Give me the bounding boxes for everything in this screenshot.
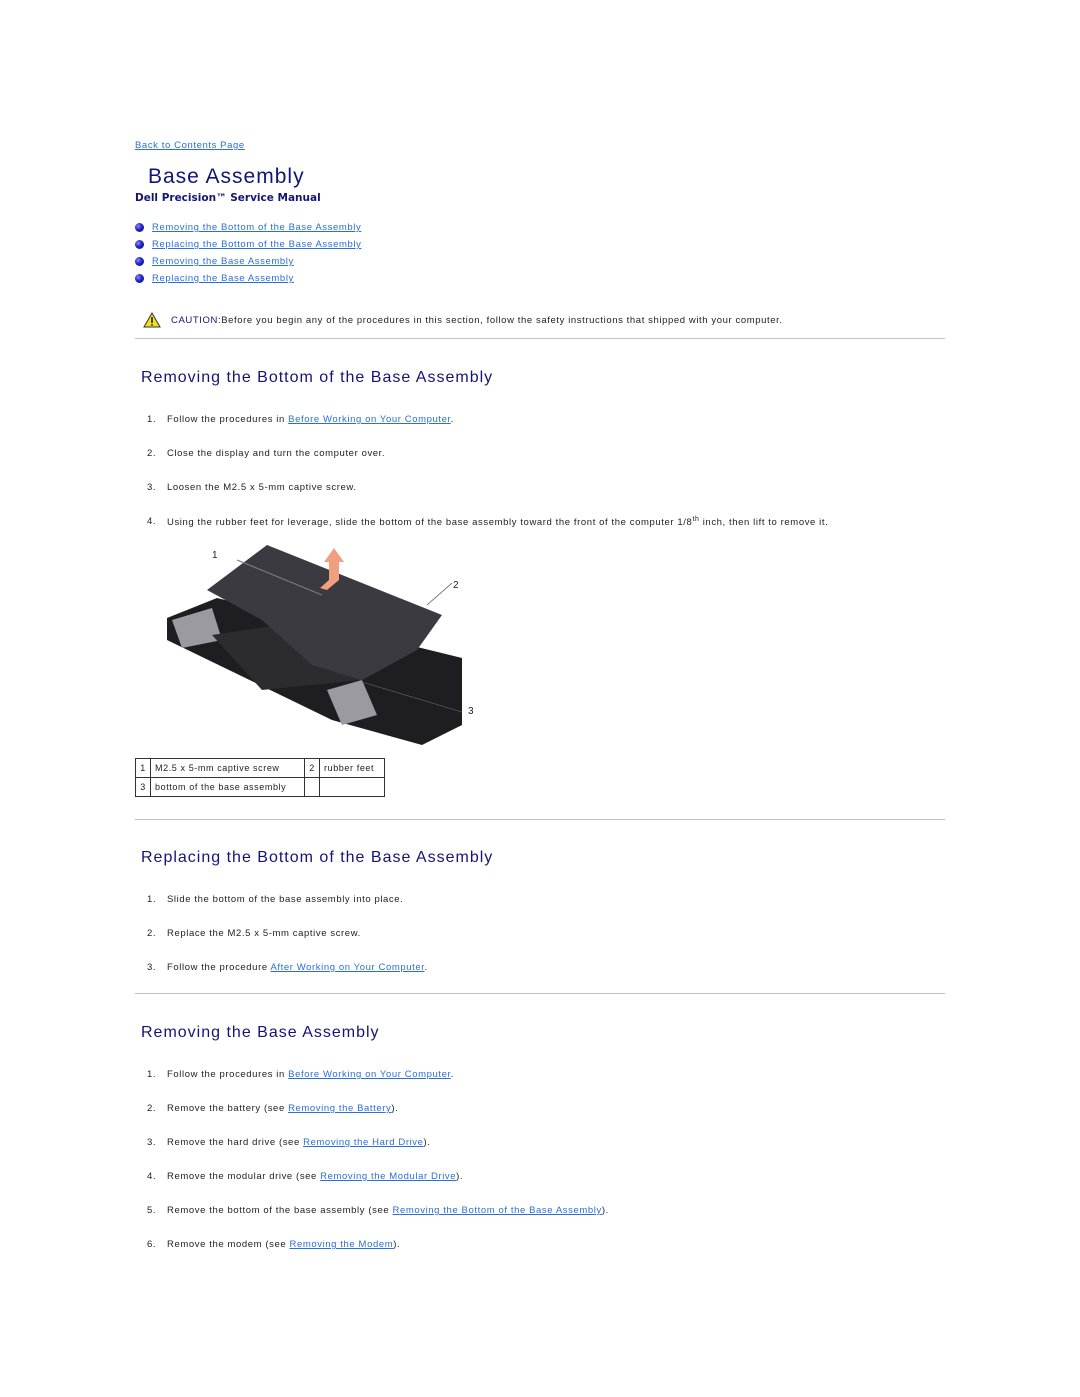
step: 2. Remove the battery (see Removing the B… <box>147 1103 399 1114</box>
blue-bullet-icon <box>135 223 144 232</box>
link-removing-bottom[interactable]: Removing the Bottom of the Base Assembly <box>392 1205 601 1216</box>
table-row: 1 M2.5 x 5-mm captive screw 2 rubber fee… <box>135 758 385 778</box>
step: 1. Slide the bottom of the base assembly … <box>147 894 404 905</box>
link-removing-hard-drive[interactable]: Removing the Hard Drive <box>303 1137 423 1148</box>
link-before-working[interactable]: Before Working on Your Computer <box>288 414 451 425</box>
caution-label: CAUTION: <box>171 314 222 326</box>
link-after-working[interactable]: After Working on Your Computer <box>270 962 424 973</box>
blue-bullet-icon <box>135 257 144 266</box>
base-assembly-illustration: 1 2 3 <box>167 545 474 745</box>
caution-notice: CAUTION: Before you begin any of the pro… <box>143 312 783 328</box>
toc-link-replacing-base[interactable]: Replacing the Base Assembly <box>152 273 294 284</box>
divider <box>135 338 945 339</box>
back-to-contents-link[interactable]: Back to Contents Page <box>135 140 245 151</box>
section-heading-removing-base: Removing the Base Assembly <box>141 1024 380 1041</box>
blue-bullet-icon <box>135 274 144 283</box>
step: 4. Remove the modular drive (see Removing… <box>147 1171 464 1182</box>
steps-replacing-bottom: 1. Slide the bottom of the base assembly … <box>147 894 428 996</box>
step: 1. Follow the procedures in Before Workin… <box>147 1069 454 1080</box>
blue-bullet-icon <box>135 240 144 249</box>
table-row: 3 bottom of the base assembly <box>135 777 385 797</box>
callout-legend-table: 1 M2.5 x 5-mm captive screw 2 rubber fee… <box>135 758 385 797</box>
step: 5. Remove the bottom of the base assembly… <box>147 1205 609 1216</box>
step: 6. Remove the modem (see Removing the Mod… <box>147 1239 401 1250</box>
toc-item: Removing the Bottom of the Base Assembly <box>135 219 361 236</box>
step: 3. Remove the hard drive (see Removing th… <box>147 1137 431 1148</box>
step: 1. Follow the procedures in Before Workin… <box>147 414 454 425</box>
page-title: Base Assembly <box>148 165 305 188</box>
toc-item: Removing the Base Assembly <box>135 253 361 270</box>
callout-2: 2 <box>453 580 459 591</box>
table-of-contents: Removing the Bottom of the Base Assembly… <box>135 219 361 287</box>
divider <box>135 819 945 820</box>
warning-triangle-icon <box>143 312 161 328</box>
link-removing-battery[interactable]: Removing the Battery <box>288 1103 391 1114</box>
steps-removing-base: 1. Follow the procedures in Before Workin… <box>147 1069 609 1273</box>
step: 3. Loosen the M2.5 x 5-mm captive screw. <box>147 482 357 493</box>
toc-item: Replacing the Base Assembly <box>135 270 361 287</box>
toc-link-replacing-bottom[interactable]: Replacing the Bottom of the Base Assembl… <box>152 239 361 250</box>
callout-1: 1 <box>212 550 218 561</box>
toc-item: Replacing the Bottom of the Base Assembl… <box>135 236 361 253</box>
steps-removing-bottom: 1. Follow the procedures in Before Workin… <box>147 414 828 550</box>
step: 2. Replace the M2.5 x 5-mm captive screw. <box>147 928 361 939</box>
link-removing-modem[interactable]: Removing the Modem <box>290 1239 394 1250</box>
link-before-working[interactable]: Before Working on Your Computer <box>288 1069 451 1080</box>
divider <box>135 993 945 994</box>
step: 3. Follow the procedure After Working on … <box>147 962 428 973</box>
callout-3: 3 <box>468 706 474 717</box>
caution-text: Before you begin any of the procedures i… <box>221 314 783 326</box>
section-heading-removing-bottom: Removing the Bottom of the Base Assembly <box>141 369 494 386</box>
manual-subtitle: Dell Precision™ Service Manual <box>135 192 321 204</box>
link-removing-modular-drive[interactable]: Removing the Modular Drive <box>320 1171 456 1182</box>
step: 2. Close the display and turn the compute… <box>147 448 386 459</box>
section-heading-replacing-bottom: Replacing the Bottom of the Base Assembl… <box>141 849 494 866</box>
toc-link-removing-base[interactable]: Removing the Base Assembly <box>152 256 294 267</box>
toc-link-removing-bottom[interactable]: Removing the Bottom of the Base Assembly <box>152 222 361 233</box>
callout-line-2 <box>426 582 453 606</box>
